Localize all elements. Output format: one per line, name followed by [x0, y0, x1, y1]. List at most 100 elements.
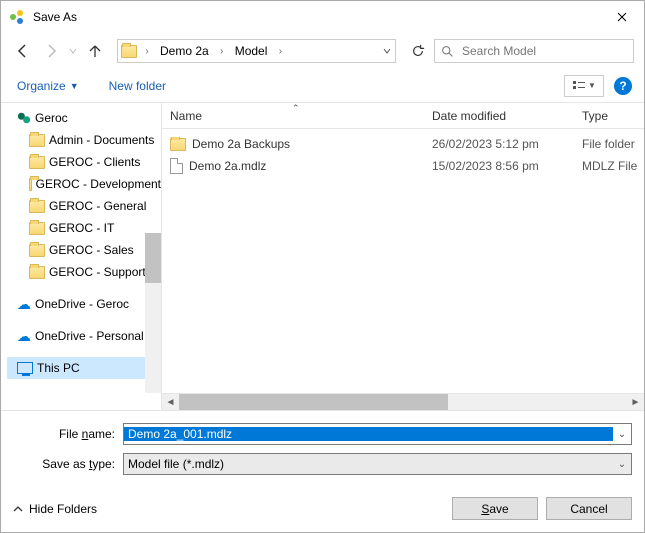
- chevron-right-icon[interactable]: ›: [273, 46, 287, 57]
- tree-this-pc[interactable]: This PC: [7, 357, 161, 379]
- toolbar: Organize ▼ New folder ▼ ?: [1, 69, 644, 103]
- scroll-right-icon[interactable]: ►: [627, 394, 644, 411]
- main-area: Geroc Admin - Documents GEROC - Clients GE…: [1, 103, 644, 410]
- file-pane: Name ⌃ Date modified Type Demo 2a Backup…: [162, 103, 644, 410]
- sort-indicator-icon: ⌃: [292, 103, 300, 114]
- tree-item[interactable]: GEROC - General: [7, 195, 161, 217]
- view-menu[interactable]: ▼: [564, 75, 604, 97]
- nav-row: › Demo 2a › Model ›: [1, 33, 644, 69]
- saveastype-row: Save as type: Model file (*.mdlz) ⌄: [13, 451, 632, 477]
- tree-label: This PC: [37, 361, 80, 375]
- recent-locations-dropdown[interactable]: [67, 39, 79, 63]
- saveastype-label: Save as type:: [13, 457, 123, 471]
- tree-item[interactable]: Admin - Documents: [7, 129, 161, 151]
- hide-folders-toggle[interactable]: Hide Folders: [13, 502, 97, 516]
- tree-label: GEROC - Sales: [49, 243, 134, 257]
- tree-label: OneDrive - Personal: [35, 329, 144, 343]
- search-box[interactable]: [434, 39, 634, 63]
- tree-root[interactable]: Geroc: [7, 107, 161, 129]
- saveastype-combo[interactable]: Model file (*.mdlz) ⌄: [123, 453, 632, 475]
- save-as-dialog: Save As › Demo 2a › Model ›: [0, 0, 645, 533]
- search-input[interactable]: [460, 43, 627, 59]
- new-folder-label: New folder: [109, 79, 166, 93]
- breadcrumb-label: Model: [235, 44, 268, 58]
- filename-combo[interactable]: Demo 2a_001.mdlz ⌄: [123, 423, 632, 445]
- chevron-down-icon[interactable]: ⌄: [613, 459, 631, 470]
- buttons-row: Hide Folders Save Cancel: [1, 481, 644, 532]
- close-button[interactable]: [599, 1, 644, 33]
- breadcrumb-bar[interactable]: › Demo 2a › Model ›: [117, 39, 396, 63]
- file-row[interactable]: Demo 2a Backups26/02/2023 5:12 pmFile fo…: [162, 133, 644, 155]
- filename-row: File name: Demo 2a_001.mdlz ⌄: [13, 421, 632, 447]
- save-button[interactable]: Save: [452, 497, 538, 520]
- breadcrumb-seg-0[interactable]: Demo 2a: [154, 40, 215, 62]
- tree-onedrive-1[interactable]: ☁ OneDrive - Geroc: [7, 293, 161, 315]
- chevron-down-icon[interactable]: ⌄: [613, 429, 631, 440]
- cloud-icon: ☁: [17, 329, 31, 343]
- folder-icon: [29, 222, 45, 235]
- tree-label: Geroc: [35, 111, 68, 125]
- scrollbar-thumb[interactable]: [145, 233, 161, 283]
- tree-item[interactable]: GEROC - Sales: [7, 239, 161, 261]
- chevron-down-icon: ▼: [70, 81, 79, 91]
- tree-item[interactable]: GEROC - IT: [7, 217, 161, 239]
- form-area: File name: Demo 2a_001.mdlz ⌄ Save as ty…: [1, 410, 644, 481]
- tree-scrollbar[interactable]: [145, 233, 161, 393]
- organize-menu[interactable]: Organize ▼: [13, 77, 83, 95]
- scrollbar-thumb[interactable]: [179, 394, 448, 410]
- scrollbar-track[interactable]: [179, 394, 627, 410]
- folder-icon: [29, 134, 45, 147]
- folder-icon: [29, 266, 45, 279]
- new-folder-button[interactable]: New folder: [105, 77, 170, 95]
- folder-icon: [170, 138, 186, 151]
- forward-button[interactable]: [39, 39, 63, 63]
- chevron-down-icon: ▼: [588, 81, 596, 90]
- cloud-icon: ☁: [17, 297, 31, 311]
- saveastype-value: Model file (*.mdlz): [124, 457, 613, 471]
- col-label: Type: [582, 109, 608, 123]
- breadcrumb-dropdown[interactable]: [377, 47, 395, 55]
- tree-label: GEROC - IT: [49, 221, 114, 235]
- tree-item[interactable]: GEROC - Support: [7, 261, 161, 283]
- hide-folders-label: Hide Folders: [29, 502, 97, 516]
- cell-date: 26/02/2023 5:12 pm: [424, 137, 574, 151]
- tree-label: GEROC - Clients: [49, 155, 140, 169]
- cell-name: Demo 2a.mdlz: [162, 158, 424, 174]
- search-icon: [441, 45, 454, 58]
- refresh-button[interactable]: [406, 39, 430, 63]
- col-date[interactable]: Date modified: [424, 109, 574, 123]
- breadcrumb-seg-1[interactable]: Model: [229, 40, 274, 62]
- tree-item[interactable]: GEROC - Development: [7, 173, 161, 195]
- col-type[interactable]: Type: [574, 109, 644, 123]
- chevron-up-icon: [13, 504, 23, 514]
- tree-label: GEROC - Development: [36, 177, 161, 191]
- tree-item[interactable]: GEROC - Clients: [7, 151, 161, 173]
- folder-icon: [118, 45, 140, 58]
- file-list[interactable]: Demo 2a Backups26/02/2023 5:12 pmFile fo…: [162, 129, 644, 393]
- filename-label: File name:: [13, 427, 123, 441]
- chevron-right-icon[interactable]: ›: [140, 46, 154, 57]
- cancel-button[interactable]: Cancel: [546, 497, 632, 520]
- window-title: Save As: [33, 10, 599, 24]
- scroll-left-icon[interactable]: ◄: [162, 394, 179, 411]
- filename-value[interactable]: Demo 2a_001.mdlz: [124, 427, 613, 441]
- cell-type: File folder: [574, 137, 644, 151]
- file-name: Demo 2a.mdlz: [189, 159, 266, 173]
- app-icon: [9, 9, 25, 25]
- cell-type: MDLZ File: [574, 159, 644, 173]
- tree-onedrive-2[interactable]: ☁ OneDrive - Personal: [7, 325, 161, 347]
- column-headers: Name ⌃ Date modified Type: [162, 103, 644, 129]
- breadcrumb-label: Demo 2a: [160, 44, 209, 58]
- up-button[interactable]: [83, 39, 107, 63]
- help-button[interactable]: ?: [614, 77, 632, 95]
- col-label: Date modified: [432, 109, 506, 123]
- file-row[interactable]: Demo 2a.mdlz15/02/2023 8:56 pmMDLZ File: [162, 155, 644, 177]
- col-label: Name: [170, 109, 202, 123]
- folder-tree[interactable]: Geroc Admin - Documents GEROC - Clients GE…: [1, 103, 161, 410]
- chevron-right-icon[interactable]: ›: [215, 46, 229, 57]
- file-icon: [170, 158, 183, 174]
- pc-icon: [17, 362, 33, 374]
- horizontal-scrollbar[interactable]: ◄ ►: [162, 393, 644, 410]
- folder-icon: [29, 244, 45, 257]
- back-button[interactable]: [11, 39, 35, 63]
